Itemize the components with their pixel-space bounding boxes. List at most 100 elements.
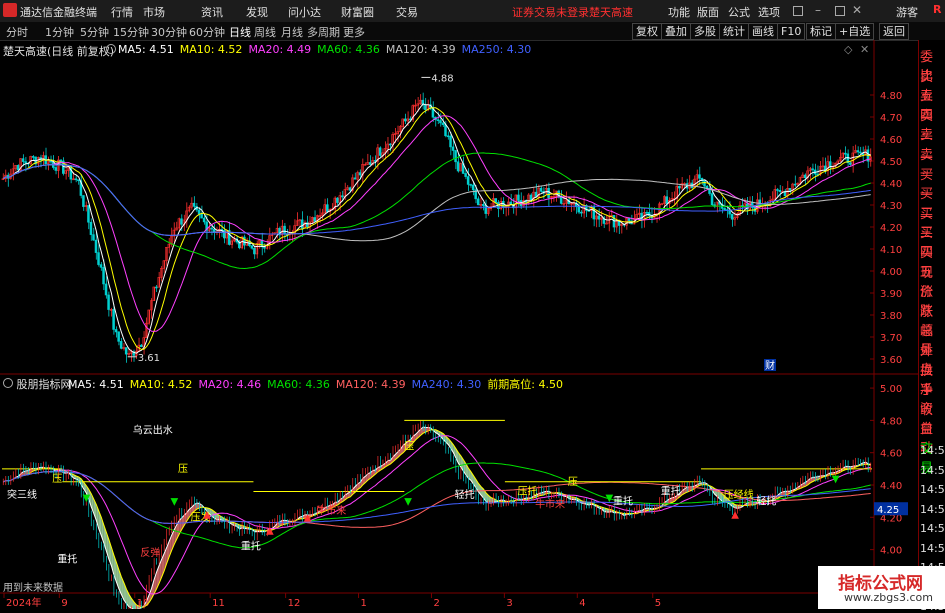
period-monthly[interactable]: 月线 [281,24,303,40]
sub-ma5-line [3,427,870,609]
candle-body [203,218,205,222]
candle-body [25,162,27,163]
signal-label-5: 重托 [57,553,77,566]
candle-body [100,265,102,268]
f10-button[interactable]: F10 [777,23,805,40]
candle-body [349,188,351,191]
candle-body [857,151,859,152]
menu-market[interactable]: 市场 [143,4,165,20]
candle-body [379,148,381,156]
candle-body [22,159,24,162]
event-label: 财 [765,359,775,372]
candle-body [711,194,713,205]
candle-body [90,222,92,234]
candle-body [859,152,861,153]
add-watchlist-button[interactable]: +自选 [835,23,874,40]
menu-news[interactable]: 资讯 [201,4,223,20]
skin-icon[interactable] [793,6,803,16]
period-fenshi[interactable]: 分时 [6,24,28,40]
candle-body [699,175,701,179]
main-ma10-line [3,108,870,350]
period-30min[interactable]: 30分钟 [151,24,187,40]
close-icon[interactable]: ✕ [852,3,862,17]
main-ytick-0: 4.80 [880,91,902,102]
signal-label-0: 压 [52,473,62,485]
future-data-note: 用到未来数据 [3,581,63,594]
maximize-icon[interactable] [835,6,845,16]
menu-options[interactable]: 选项 [758,4,780,20]
candle-body [465,173,467,176]
period-5min[interactable]: 5分钟 [80,24,109,40]
candle-body [678,186,680,188]
candle-body [849,163,851,165]
back-button[interactable]: 返回 [879,23,909,40]
candle-body [251,246,253,249]
sidebar-item-24: 14:56 [920,503,945,516]
menu-trade[interactable]: 交易 [396,4,418,20]
signal-label-9: 乌云出水 [133,423,173,436]
candle-body [326,205,328,212]
candle-body [115,329,117,331]
main-ytick-2: 4.60 [880,135,902,146]
xtick-4: 12 [288,598,301,609]
menu-function[interactable]: 功能 [668,4,690,20]
xtick-0: 2024年 [6,596,41,609]
main-ma250-line [3,165,870,236]
candle-body [113,309,115,329]
period-60min[interactable]: 60分钟 [189,24,225,40]
menu-quotes[interactable]: 行情 [111,4,133,20]
mark-button[interactable]: 标记 [806,23,836,40]
candle-body [314,217,316,221]
candle-body [32,156,34,157]
menu-discover[interactable]: 发现 [246,4,268,20]
signal-arrow-3: ▲ [266,525,274,536]
menu-ask[interactable]: 问小达 [288,4,321,20]
signal-label-10: 反弹 [140,546,160,559]
period-weekly[interactable]: 周线 [254,24,276,40]
draw-button[interactable]: 画线 [748,23,778,40]
candle-body [108,295,110,310]
period-15min[interactable]: 15分钟 [113,24,149,40]
menu-layout[interactable]: 版面 [697,4,719,20]
candle-body [628,218,630,221]
candle-body [485,206,487,214]
candle-body [155,287,157,288]
candle-body [779,190,781,191]
signal-label-16: 压经线 [724,488,754,501]
menu-wealth[interactable]: 财富圈 [341,4,374,20]
candle-body [598,216,600,219]
signal-arrow-7: ▲ [731,509,739,520]
login-warning[interactable]: 证券交易未登录 [512,4,589,20]
candle-body [789,188,791,190]
main-ytick-10: 3.80 [880,311,902,322]
xtick-6: 2 [433,598,439,609]
multi-stock-button[interactable]: 多股 [690,23,720,40]
main-ytick-9: 3.90 [880,289,902,300]
guest-user[interactable]: 游客 [896,4,918,20]
signal-label-15: 牛市来 [535,498,565,511]
period-multi[interactable]: 多周期 [307,24,340,40]
period-daily[interactable]: 日线 [229,24,251,40]
candle-body [455,150,457,161]
xtick-5: 1 [361,598,367,609]
candle-body [105,284,107,295]
candle-body [354,178,356,179]
overlay-button[interactable]: 叠加 [661,23,691,40]
candle-body [60,160,62,161]
minimize-icon[interactable]: – [815,3,821,17]
candle-body [198,210,200,214]
candle-body [618,221,620,225]
main-ma5-line [3,104,870,353]
menu-formula[interactable]: 公式 [728,4,750,20]
period-more[interactable]: 更多 [343,24,365,40]
stats-button[interactable]: 统计 [719,23,749,40]
candle-body [661,204,663,205]
sidebar-item-23: 14:56 [920,483,945,496]
adjust-button[interactable]: 复权 [632,23,662,40]
candle-body [704,181,706,186]
signal-arrow-8: ▼ [832,474,840,485]
period-1min[interactable]: 1分钟 [45,24,74,40]
kline-chart[interactable]: 4.804.704.604.504.404.304.204.104.003.90… [0,40,918,609]
candle-body [17,165,19,170]
candle-body [844,153,846,154]
